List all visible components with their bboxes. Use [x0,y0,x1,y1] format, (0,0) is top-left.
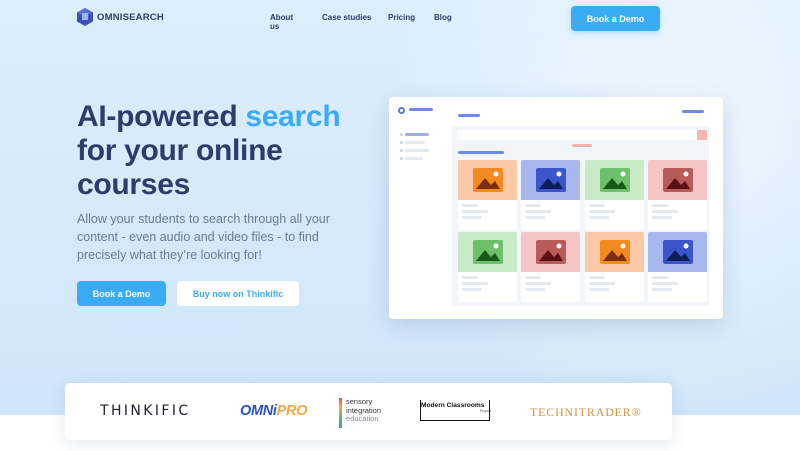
image-placeholder-icon [535,240,566,264]
nav-case-studies[interactable]: Case studies [322,13,382,22]
hero-title-part1: AI-powered [77,100,238,133]
sensory-integration-logo: sensory integration education [339,397,381,428]
mockup-search-button [697,130,707,140]
image-placeholder-icon [472,240,503,264]
mockup-card [585,232,644,302]
mockup-card [458,232,517,302]
header-book-demo-button[interactable]: Book a Demo [571,6,660,31]
mcp-logo-frame [420,400,490,421]
mockup-card-text-line [462,204,478,207]
mockup-card-text-line [462,216,482,219]
mockup-card-text-line [462,282,488,285]
mockup-brand-bar [409,108,433,111]
image-placeholder-icon [662,240,693,264]
thinkific-logo: THINKIFIC [100,403,191,419]
mockup-card-text-line [589,276,605,279]
hero-book-demo-button[interactable]: Book a Demo [77,281,166,306]
mockup-card-text-line [589,204,605,207]
mockup-card-thumbnail [648,232,707,272]
mockup-sidebar-item [405,133,429,136]
mockup-avatar [398,107,405,114]
mockup-card [458,160,517,230]
image-placeholder-icon [599,240,630,264]
mockup-card-text-line [525,288,545,291]
mockup-card [648,160,707,230]
mockup-card-text-line [652,204,668,207]
omnipro-logo: OMNiPRO [240,403,307,419]
nav-blog[interactable]: Blog [434,13,452,22]
mockup-card-text-line [652,216,672,219]
brand-logo[interactable]: OMNISEARCH [77,8,164,26]
mockup-header-bar [458,114,480,117]
image-placeholder-icon [599,168,630,192]
modern-classrooms-logo: Modern Classrooms Project [420,400,491,421]
mockup-card-text-line [589,210,615,213]
mockup-card [521,232,580,302]
mockup-card-thumbnail [458,160,517,200]
mockup-card-thumbnail [521,160,580,200]
nav-pricing[interactable]: Pricing [388,13,415,22]
mockup-sidebar-item [405,149,429,152]
mockup-card-thumbnail [521,232,580,272]
mockup-card-thumbnail [585,160,644,200]
sensory-line-3: education [346,414,379,423]
sensory-logo-text: sensory integration education [346,397,381,428]
mockup-user-bar [682,110,704,113]
mockup-card-text-line [525,216,545,219]
sensory-logo-stripe [339,398,342,428]
mockup-card-text-line [652,282,678,285]
mockup-card-text-line [462,210,488,213]
mockup-sidebar-dot [400,157,403,160]
technitrader-logo: TECHNITRADER® [530,405,642,419]
nav-about-us[interactable]: About us [270,13,293,31]
mockup-card-text-line [525,282,551,285]
mockup-sidebar-dot [400,141,403,144]
omnisearch-logo-icon [77,8,93,26]
mockup-card-thumbnail [458,232,517,272]
hero-title-part2: for your online courses [77,134,283,201]
hero-subtitle: Allow your students to search through al… [77,212,330,262]
image-placeholder-icon [662,168,693,192]
image-placeholder-icon [535,168,566,192]
omnipro-logo-part1: OMNi [240,403,277,419]
mockup-card-text-line [462,276,478,279]
mockup-card-thumbnail [648,160,707,200]
mockup-search-pill [572,144,592,147]
buy-on-thinkific-button[interactable]: Buy now on Thinkific [177,281,299,306]
mockup-card-text-line [589,282,615,285]
brand-name: OMNISEARCH [97,11,164,23]
product-mockup [389,97,723,319]
mockup-sidebar-item [405,141,425,144]
mockup-section-title-bar [458,151,504,154]
mockup-sidebar-item [405,157,423,160]
mockup-card-text-line [589,288,609,291]
mockup-card-text-line [525,204,541,207]
mockup-sidebar-dot [400,133,403,136]
mockup-card [521,160,580,230]
mockup-card-thumbnail [585,232,644,272]
mockup-card-text-line [462,288,482,291]
hero-title: AI-powered search for your online course… [77,100,377,202]
hero-title-accent: search [245,100,341,133]
mockup-card-text-line [652,276,668,279]
mockup-card-text-line [525,276,541,279]
mockup-card-text-line [652,288,672,291]
mockup-card-text-line [525,210,551,213]
mockup-card [585,160,644,230]
mockup-sidebar-dot [400,149,403,152]
mockup-card-text-line [652,210,678,213]
mockup-card [648,232,707,302]
image-placeholder-icon [472,168,503,192]
omnipro-logo-part2: PRO [276,403,308,419]
mockup-search-bar [457,130,707,140]
mockup-card-text-line [589,216,609,219]
